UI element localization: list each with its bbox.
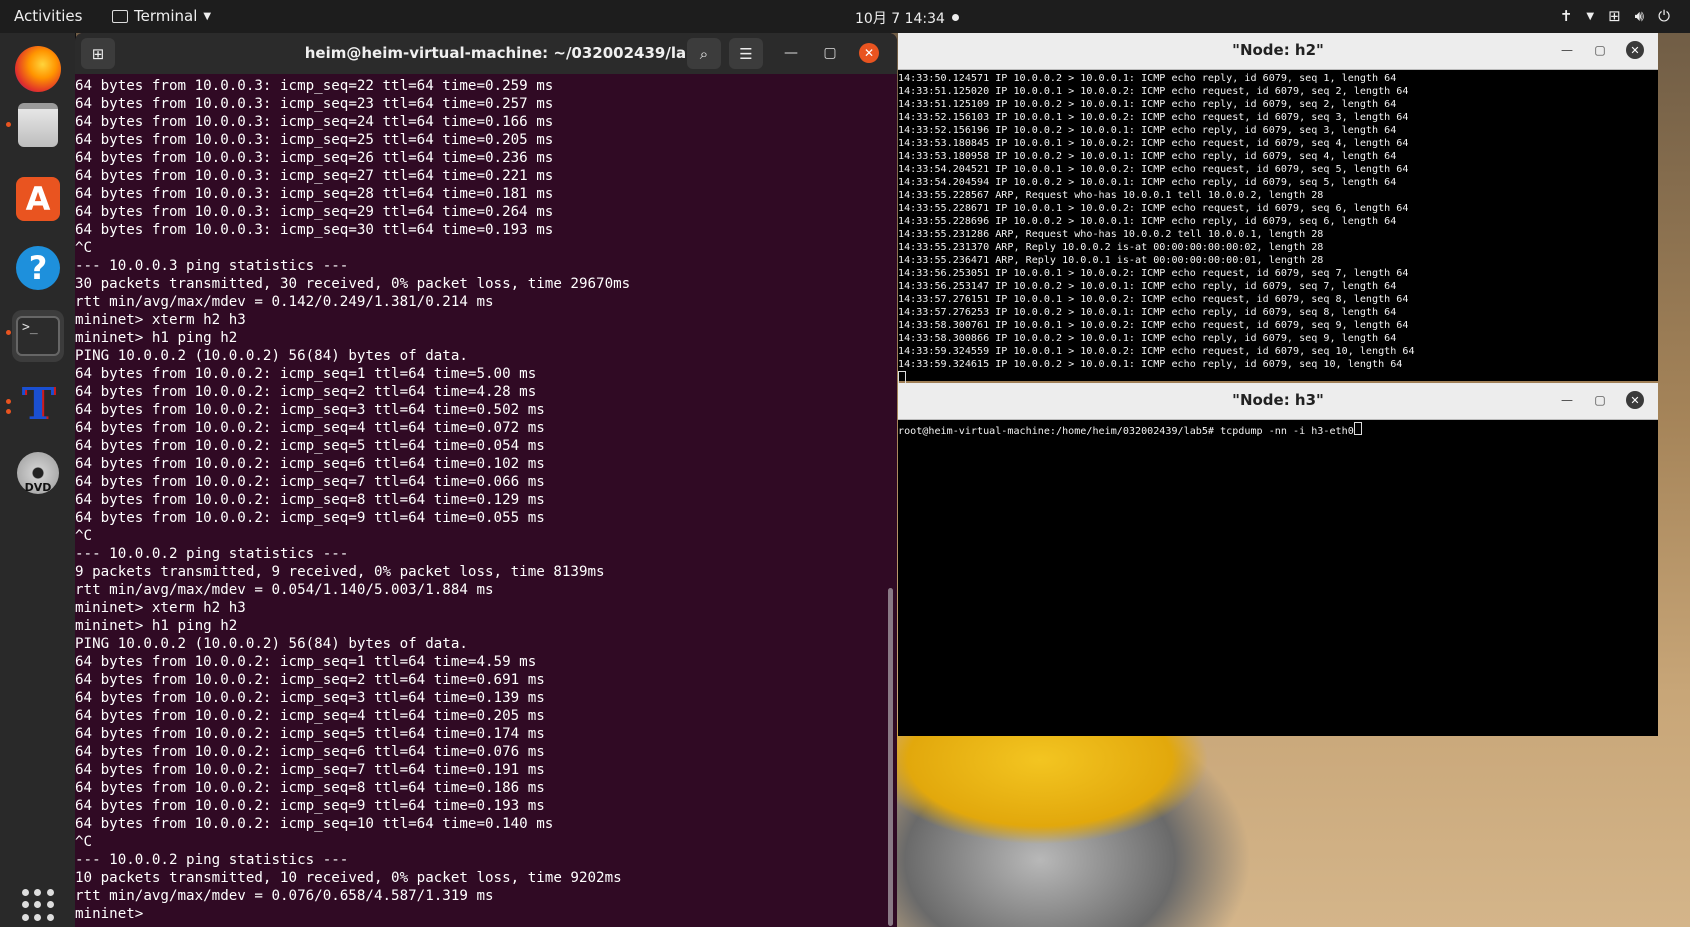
chevron-down-icon: ▼ [203,10,212,22]
running-indicator [6,122,11,127]
dock-terminal[interactable]: >_ [12,310,64,362]
minimize-icon[interactable]: — [1558,391,1576,409]
close-icon[interactable]: ✕ [1626,391,1644,409]
dock-files[interactable] [12,99,64,151]
close-icon[interactable]: ✕ [1626,41,1644,59]
dock-xterm[interactable]: T [12,378,64,430]
xterm-h2-window[interactable]: "Node: h2" — ▢ ✕ 14:33:50.124571 IP 10.0… [898,33,1658,384]
dock-dvd[interactable]: DVD [12,447,64,499]
xterm-h2-header: "Node: h2" — ▢ ✕ [898,33,1658,70]
terminal-output[interactable]: 64 bytes from 10.0.0.3: icmp_seq=22 ttl=… [75,74,883,923]
running-indicator [6,409,11,414]
app-menu[interactable]: Terminal ▼ [112,7,211,25]
maximize-icon[interactable]: ▢ [1591,41,1609,59]
running-indicator [6,330,11,335]
xterm-h2-output-text: 14:33:50.124571 IP 10.0.0.2 > 10.0.0.1: … [898,73,1415,370]
dock: A ? >_ T DVD [0,33,76,927]
activities-button[interactable]: Activities [14,7,82,25]
terminal-window[interactable]: ⊞ heim@heim-virtual-machine: ~/032002439… [75,33,897,927]
text-cursor [1353,422,1362,435]
help-icon: ? [16,246,60,290]
terminal-header: ⊞ heim@heim-virtual-machine: ~/032002439… [75,33,897,74]
xterm-h3-output[interactable]: root@heim-virtual-machine:/home/heim/032… [898,420,1658,438]
volume-icon[interactable]: 🔊︎ [1635,7,1644,25]
files-icon [18,103,58,147]
xterm-h3-window[interactable]: "Node: h3" — ▢ ✕ root@heim-virtual-machi… [898,383,1658,736]
maximize-icon[interactable]: ▢ [1591,391,1609,409]
menu-icon[interactable]: ☰ [729,38,763,69]
xterm-h2-title: "Node: h2" [1232,41,1324,59]
terminal-icon: >_ [16,316,60,356]
clock[interactable]: 10月 7 14:34 [855,8,945,28]
minimize-icon[interactable]: — [781,43,801,63]
top-bar: Activities Terminal ▼ 10月 7 14:34 ✝ ▼ ⊞ … [0,0,1690,33]
notification-dot-icon [952,14,959,21]
terminal-small-icon [112,9,128,23]
dvd-icon: DVD [17,452,59,494]
xterm-h3-title: "Node: h3" [1232,391,1324,409]
power-icon[interactable]: ⏻ [1658,7,1670,25]
maximize-icon[interactable]: ▢ [820,43,840,63]
accessibility-icon[interactable]: ✝ [1560,7,1573,25]
scrollbar[interactable] [888,588,893,926]
chevron-down-icon[interactable]: ▼ [1586,11,1594,22]
firefox-icon [15,46,61,92]
search-icon[interactable]: ⌕ [687,38,721,69]
software-icon: A [16,177,60,221]
xterm-h2-output[interactable]: 14:33:50.124571 IP 10.0.0.2 > 10.0.0.1: … [898,70,1658,387]
show-applications-icon[interactable] [22,889,54,921]
dock-firefox[interactable] [12,43,64,95]
dock-help[interactable]: ? [12,242,64,294]
xterm-h3-prompt: root@heim-virtual-machine:/home/heim/032… [898,426,1354,437]
app-menu-label: Terminal [134,7,198,25]
running-indicator [6,399,11,404]
tex-icon: T [21,378,55,430]
minimize-icon[interactable]: — [1558,41,1576,59]
xterm-h3-header: "Node: h3" — ▢ ✕ [898,383,1658,420]
system-tray[interactable]: ✝ ▼ ⊞ 🔊︎ ⏻ [1560,7,1670,25]
close-icon[interactable]: ✕ [859,43,879,63]
network-icon[interactable]: ⊞ [1608,7,1621,25]
dock-software[interactable]: A [12,173,64,225]
terminal-title: heim@heim-virtual-machine: ~/032002439/l… [304,44,708,62]
